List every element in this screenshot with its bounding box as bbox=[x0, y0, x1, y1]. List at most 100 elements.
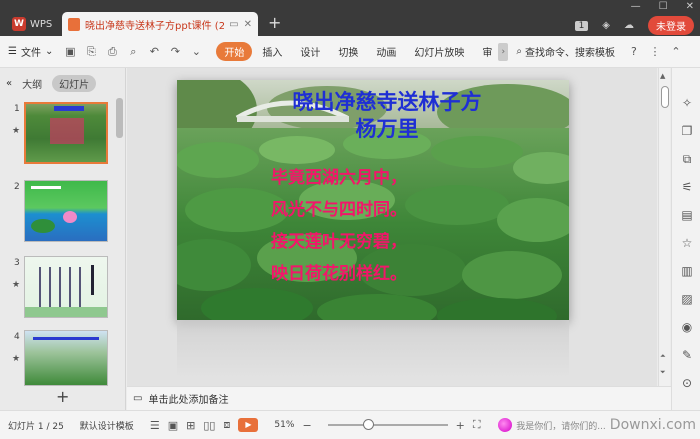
current-slide[interactable]: 晓出净慈寺送林子方 杨万里 毕竟西湖六月中， 风光不与四时同。 接天莲叶无穷碧，… bbox=[177, 80, 569, 320]
star-icon[interactable]: ☆ bbox=[680, 236, 694, 250]
status-bar: 幻灯片 1 / 25 默认设计模板 ☰ ▣ ⊞ ▯▯ ⧈ ▶ 51% − + ⛶… bbox=[0, 410, 700, 439]
editor-vertical-scrollbar[interactable]: ▲ ⏶ ⏷ bbox=[658, 68, 670, 386]
preview-icon[interactable]: ⌕ bbox=[126, 45, 140, 59]
assistant-orb-icon[interactable] bbox=[498, 418, 513, 432]
window-count-badge[interactable]: 1 bbox=[574, 20, 589, 31]
animation-star-icon: ★ bbox=[12, 354, 21, 364]
maximize-icon[interactable]: ☐ bbox=[659, 1, 668, 12]
slide-panel-header: « 大纲 幻灯片 bbox=[0, 68, 125, 98]
normal-view-icon[interactable]: ▣ bbox=[168, 419, 178, 432]
magic-icon[interactable]: ✧ bbox=[680, 96, 694, 110]
zoom-in-icon[interactable]: + bbox=[456, 419, 465, 432]
close-icon[interactable]: ✕ bbox=[686, 1, 694, 12]
login-button[interactable]: 未登录 bbox=[648, 16, 694, 35]
save-icon[interactable]: ▣ bbox=[63, 45, 77, 59]
new-tab-button[interactable]: + bbox=[268, 14, 281, 32]
slide-panel: « 大纲 幻灯片 1 ★ 2 3 ★ 4 ★ + bbox=[0, 68, 126, 410]
tab-start[interactable]: 开始 bbox=[216, 42, 253, 61]
slide-counter: 幻灯片 1 / 25 bbox=[8, 421, 64, 432]
tab-insert[interactable]: 插入 bbox=[262, 44, 282, 59]
wps-logo-icon: W bbox=[12, 17, 26, 31]
template-label[interactable]: 默认设计模板 bbox=[80, 419, 134, 432]
tab-slides[interactable]: 幻灯片 bbox=[52, 74, 97, 92]
tools-icon[interactable]: ✎ bbox=[680, 348, 694, 362]
slide-number: 4 bbox=[14, 332, 20, 342]
poem-text-box[interactable]: 毕竟西湖六月中， 风光不与四时同。 接天莲叶无穷碧， 映日荷花别样红。 bbox=[271, 162, 407, 290]
slide-thumbnail-1[interactable]: 1 ★ bbox=[0, 102, 114, 172]
previous-slide-icon[interactable]: ⏶ bbox=[660, 352, 666, 361]
slide-title[interactable]: 晓出净慈寺送林子方 杨万里 bbox=[257, 88, 517, 142]
file-menu-button[interactable]: ☰ 文件 ⌄ bbox=[8, 44, 53, 59]
pin-icon[interactable]: ⊙ bbox=[680, 376, 694, 390]
document-tab-label: 晓出净慈寺送林子方ppt课件 (2) bbox=[85, 20, 225, 32]
watermark-logo: Downxi.com bbox=[609, 417, 696, 433]
poem-title: 晓出净慈寺送林子方 bbox=[292, 89, 482, 114]
image-icon[interactable]: ▨ bbox=[680, 292, 694, 306]
tab-scroll-right-icon[interactable]: › bbox=[498, 42, 509, 61]
watermark-text: 我是你们，请你们的... bbox=[516, 421, 606, 432]
hamburger-icon: ☰ bbox=[8, 46, 17, 57]
print-icon[interactable]: ⎙ bbox=[105, 45, 119, 59]
zoom-percentage[interactable]: 51% bbox=[274, 420, 294, 430]
ribbon-toolbar: ☰ 文件 ⌄ ▣ ⎘ ⎙ ⌕ ↶ ↷ ⌄ 开始 插入 设计 切换 动画 幻灯片放… bbox=[0, 36, 700, 68]
play-slideshow-button[interactable]: ▶ bbox=[238, 418, 259, 432]
tab-review[interactable]: 审 bbox=[482, 44, 492, 59]
wps-home-tab[interactable]: W WPS bbox=[6, 12, 58, 36]
tab-animation[interactable]: 动画 bbox=[376, 44, 396, 59]
tab-transition[interactable]: 切换 bbox=[338, 44, 358, 59]
file-menu-label: 文件 bbox=[20, 48, 41, 59]
record-icon[interactable]: ◉ bbox=[680, 320, 694, 334]
presenter-icon[interactable]: ⧈ bbox=[223, 418, 230, 432]
notes-toggle-icon[interactable]: ☰ bbox=[150, 419, 160, 432]
document-tab[interactable]: 晓出净慈寺送林子方ppt课件 (2) ▭ ✕ bbox=[62, 12, 258, 36]
chevron-down-icon: ⌄ bbox=[44, 46, 54, 57]
collapse-panel-icon[interactable]: « bbox=[6, 78, 12, 89]
redo-icon[interactable]: ↷ bbox=[168, 45, 182, 59]
command-search-label: 查找命令、搜索模板 bbox=[524, 48, 615, 59]
animation-star-icon: ★ bbox=[12, 126, 21, 136]
scrollbar-thumb[interactable] bbox=[661, 86, 669, 108]
tab-close-icon[interactable]: ✕ bbox=[244, 19, 252, 30]
fit-window-icon[interactable]: ⛶ bbox=[473, 418, 481, 432]
notes-bar[interactable]: ▭ 单击此处添加备注 bbox=[127, 386, 671, 410]
tab-outline[interactable]: 大纲 bbox=[22, 76, 42, 91]
next-slide-icon[interactable]: ⏷ bbox=[660, 368, 666, 377]
slide-thumbnail-image bbox=[24, 180, 108, 242]
slide-sorter-icon[interactable]: ⊞ bbox=[186, 419, 195, 432]
zoom-out-icon[interactable]: − bbox=[302, 419, 311, 432]
window-mode-icon[interactable]: ▭ bbox=[229, 19, 238, 30]
animation-star-icon: ★ bbox=[12, 280, 21, 290]
cloud-icon[interactable]: ☁ bbox=[624, 20, 634, 31]
settings-sliders-icon[interactable]: ⚟ bbox=[680, 180, 694, 194]
minimize-icon[interactable]: — bbox=[631, 1, 641, 12]
library-icon[interactable]: ▥ bbox=[680, 264, 694, 278]
collapse-ribbon-icon[interactable]: ⌃ bbox=[669, 45, 683, 59]
undo-icon[interactable]: ↶ bbox=[147, 45, 161, 59]
shapes-icon[interactable]: ❐ bbox=[680, 124, 694, 138]
help-icon[interactable]: ? bbox=[627, 45, 641, 59]
export-icon[interactable]: ⎘ bbox=[84, 45, 98, 59]
skin-icon[interactable]: ◈ bbox=[602, 20, 610, 31]
window-controls: — ☐ ✕ bbox=[631, 1, 694, 12]
command-search[interactable]: ⌕ 查找命令、搜索模板 bbox=[516, 44, 615, 59]
add-slide-button[interactable]: + bbox=[56, 387, 69, 406]
zoom-slider-handle[interactable] bbox=[363, 419, 375, 430]
slide-thumbnail-2[interactable]: 2 bbox=[0, 180, 114, 250]
watermark: 我是你们，请你们的... Downxi.com bbox=[498, 417, 696, 433]
reading-view-icon[interactable]: ▯▯ bbox=[203, 419, 215, 432]
more-options-icon[interactable]: ⋮ bbox=[648, 45, 662, 59]
notes-icon: ▭ bbox=[133, 393, 143, 404]
slide-number: 3 bbox=[14, 258, 20, 268]
slide-panel-scrollbar[interactable] bbox=[116, 98, 123, 138]
scroll-up-icon[interactable]: ▲ bbox=[660, 72, 665, 80]
poem-line: 接天莲叶无穷碧， bbox=[271, 232, 407, 252]
zoom-slider[interactable] bbox=[327, 419, 448, 430]
layout-icon[interactable]: ▤ bbox=[680, 208, 694, 222]
tab-slideshow[interactable]: 幻灯片放映 bbox=[414, 44, 464, 59]
slide-thumbnail-3[interactable]: 3 ★ bbox=[0, 256, 114, 326]
tab-design[interactable]: 设计 bbox=[300, 44, 320, 59]
more-icon[interactable]: ⌄ bbox=[189, 45, 203, 59]
slide-reflection bbox=[177, 320, 569, 378]
notes-placeholder: 单击此处添加备注 bbox=[148, 395, 229, 406]
copy-icon[interactable]: ⧉ bbox=[680, 152, 694, 166]
